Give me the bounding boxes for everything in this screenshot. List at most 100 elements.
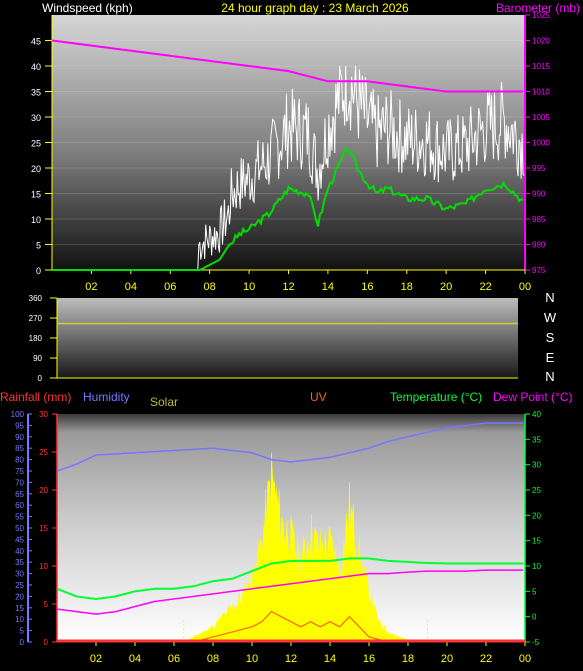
compass-label-n-bottom: N [545,369,554,384]
dewpoint-label: Dew Point (°C) [493,390,572,404]
compass-label-n-top: N [545,290,554,305]
direction-y-tick-label: 90 [33,354,42,363]
baro-y-tick-label: 1015 [532,62,550,71]
rainfall-y-tick-label: 10 [39,562,48,571]
baro-y-tick-label: 1025 [532,11,550,20]
wind-y-tick-label: 25 [31,139,41,149]
temperature-y-tick-label: 5 [532,587,537,596]
compass-label-w: W [544,310,557,325]
humidity-y-tick-label: 90 [15,433,24,442]
baro-y-tick-label: 980 [532,241,546,250]
rainfall-y-tick-label: 20 [39,486,48,495]
temperature-y-tick-label: 10 [532,562,541,571]
wind-x-tick-label: 02 [85,281,97,293]
wind-x-tick-label: 20 [440,281,452,293]
humidity-y-tick-label: 40 [15,547,24,556]
baro-y-tick-label: 1010 [532,88,550,97]
weather-x-tick-label: 10 [246,653,258,665]
rainfall-y-tick-label: 25 [39,448,48,457]
baro-y-tick-label: 1000 [532,139,550,148]
temperature-y-tick-label: -5 [532,638,540,647]
wind-y-tick-label: 40 [31,62,41,72]
humidity-y-tick-label: 80 [15,456,24,465]
wind-x-tick-label: 16 [361,281,373,293]
temperature-y-tick-label: 20 [532,511,541,520]
wind-x-tick-label: 08 [204,281,216,293]
wind-y-tick-label: 15 [31,190,41,200]
humidity-y-tick-label: 25 [15,581,24,590]
baro-y-tick-label: 1005 [532,113,550,122]
humidity-y-tick-label: 75 [15,467,24,476]
rainfall-y-tick-label: 0 [44,638,49,647]
wind-x-tick-label: 14 [322,281,334,293]
weather-x-tick-label: 20 [441,653,453,665]
humidity-y-tick-label: 5 [20,627,25,636]
rainfall-label: Rainfall (mm) [0,390,71,404]
humidity-y-tick-label: 45 [15,535,24,544]
humidity-y-tick-label: 70 [15,478,24,487]
weather-x-tick-label: 02 [90,653,102,665]
temperature-y-tick-label: 40 [532,410,541,419]
humidity-y-tick-label: 15 [15,604,24,613]
rainfall-y-tick-label: 15 [39,524,48,533]
baro-y-tick-label: 1020 [532,37,550,46]
direction-y-tick-label: 270 [29,314,43,323]
weather-x-tick-label: 12 [285,653,297,665]
weather-x-tick-label: 22 [480,653,492,665]
humidity-y-tick-label: 10 [15,615,24,624]
chart-title: 24 hour graph day : 23 March 2026 [221,1,409,15]
rainfall-y-tick-label: 5 [44,600,49,609]
wind-y-tick-label: 30 [31,113,41,123]
weather-x-tick-label: 08 [207,653,219,665]
direction-y-tick-label: 0 [38,374,43,383]
humidity-y-tick-label: 85 [15,444,24,453]
uv-label: UV [310,390,327,404]
weather-graphs: Windspeed (kph) 24 hour graph day : 23 M… [0,1,580,665]
weather-x-tick-label: 04 [129,653,141,665]
humidity-y-tick-label: 35 [15,558,24,567]
weather-x-tick-label: 18 [402,653,414,665]
humidity-y-tick-label: 50 [15,524,24,533]
wind-y-tick-label: 5 [36,241,41,251]
wind-x-tick-label: 00 [519,281,531,293]
compass-label-e: E [546,350,555,365]
baro-y-tick-label: 995 [532,164,546,173]
weather-x-tick-label: 00 [519,653,531,665]
weather-x-tick-label: 06 [168,653,180,665]
weather-x-tick-label: 14 [324,653,336,665]
temperature-y-tick-label: 15 [532,537,541,546]
humidity-y-tick-label: 55 [15,513,24,522]
wind-y-tick-label: 0 [36,266,41,276]
direction-y-tick-label: 360 [29,294,43,303]
wind-x-tick-label: 12 [282,281,294,293]
baro-y-tick-label: 990 [532,190,546,199]
wind-y-tick-label: 20 [31,164,41,174]
wind-x-tick-label: 06 [164,281,176,293]
wind-x-tick-label: 10 [243,281,255,293]
humidity-y-tick-label: 100 [11,410,25,419]
baro-y-tick-label: 985 [532,215,546,224]
wind-y-tick-label: 45 [31,37,41,47]
wind-axis-title: Windspeed (kph) [42,1,133,15]
rainfall-y-tick-label: 30 [39,410,48,419]
temperature-label: Temperature (°C) [390,390,482,404]
direction-y-tick-label: 180 [29,334,43,343]
temperature-y-tick-label: 0 [532,613,537,622]
wind-x-tick-label: 04 [125,281,137,293]
wind-x-tick-label: 22 [479,281,491,293]
humidity-y-tick-label: 20 [15,592,24,601]
temperature-y-tick-label: 30 [532,461,541,470]
humidity-y-tick-label: 0 [20,638,25,647]
wind-x-tick-label: 18 [401,281,413,293]
baro-y-tick-label: 975 [532,266,546,275]
temperature-y-tick-label: 25 [532,486,541,495]
weather-x-tick-label: 16 [363,653,375,665]
humidity-y-tick-label: 60 [15,501,24,510]
humidity-y-tick-label: 95 [15,421,24,430]
temperature-y-tick-label: 35 [532,435,541,444]
direction-plot-area [57,298,518,378]
humidity-label: Humidity [83,390,130,404]
wind-y-tick-label: 35 [31,88,41,98]
wind-y-tick-label: 10 [31,215,41,225]
humidity-y-tick-label: 30 [15,570,24,579]
